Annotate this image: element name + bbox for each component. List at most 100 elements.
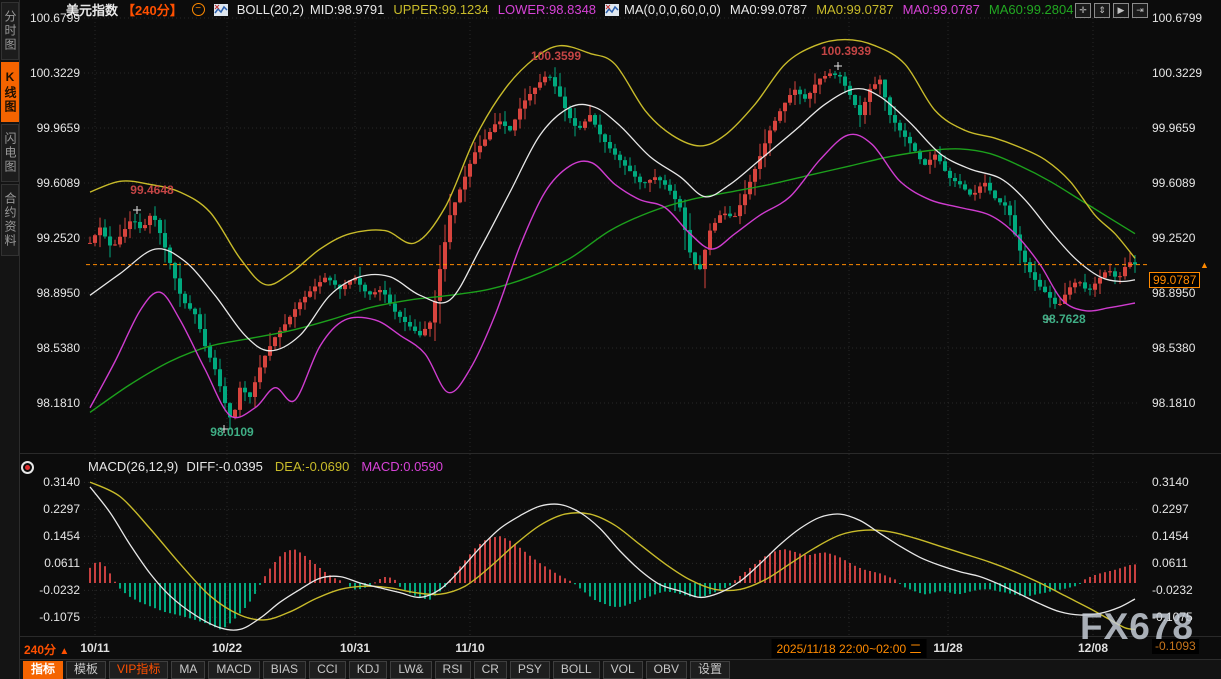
toolbar-item-BIAS[interactable]: BIAS bbox=[263, 661, 306, 679]
macd-histogram-bar bbox=[214, 583, 216, 627]
indicator-chart-icon[interactable] bbox=[605, 4, 619, 16]
indicator-settings-icon[interactable] bbox=[21, 461, 34, 474]
toolbar-item-设置[interactable]: 设置 bbox=[690, 661, 730, 679]
candle-body bbox=[953, 178, 957, 181]
candle-body bbox=[558, 86, 562, 96]
indicator-chart-icon[interactable] bbox=[214, 4, 228, 16]
candle-body bbox=[1043, 287, 1047, 292]
toolbar-item-PSY[interactable]: PSY bbox=[510, 661, 550, 679]
macd-dea-value: DEA:-0.0690 bbox=[275, 459, 349, 474]
macd-histogram-bar bbox=[604, 583, 606, 604]
playback-icon[interactable]: ▶ bbox=[1113, 3, 1129, 18]
candle-body bbox=[453, 202, 457, 215]
candle-body bbox=[533, 88, 537, 94]
ma60-value: MA60:99.2804 bbox=[989, 2, 1074, 17]
macd-histogram-bar bbox=[679, 583, 681, 594]
macd-histogram-bar bbox=[504, 538, 506, 583]
macd-histogram-bar bbox=[714, 583, 716, 592]
macd-diff-value: DIFF:-0.0395 bbox=[186, 459, 263, 474]
candle-body bbox=[373, 292, 377, 294]
ma0-magenta-value: MA0:99.0787 bbox=[903, 2, 980, 17]
macd-histogram-bar bbox=[624, 583, 626, 606]
candle-body bbox=[573, 118, 577, 126]
toolbar-item-指标[interactable]: 指标 bbox=[23, 661, 63, 679]
macd-histogram-bar bbox=[754, 564, 756, 583]
toolbar-item-MACD[interactable]: MACD bbox=[208, 661, 259, 679]
candle-body bbox=[183, 294, 187, 303]
macd-histogram-bar bbox=[119, 583, 121, 589]
macd-histogram-bar bbox=[644, 583, 646, 598]
macd-histogram-bar bbox=[839, 557, 841, 583]
candle-body bbox=[378, 290, 382, 292]
macd-histogram-bar bbox=[774, 551, 776, 583]
candle-body bbox=[108, 236, 112, 245]
price-annotation: 98.0109 bbox=[210, 425, 253, 439]
toolbar-item-OBV[interactable]: OBV bbox=[646, 661, 687, 679]
candle-body bbox=[843, 77, 847, 86]
toolbar-item-LW&[interactable]: LW& bbox=[390, 661, 431, 679]
macd-histogram-bar bbox=[834, 555, 836, 583]
period-badge: 【240分】 bbox=[122, 0, 183, 19]
macd-histogram-bar bbox=[104, 566, 106, 583]
candle-body bbox=[873, 84, 877, 89]
macd-histogram-bar bbox=[899, 583, 901, 584]
candle-body bbox=[473, 152, 477, 164]
macd-histogram-bar bbox=[89, 568, 91, 583]
toolbar-item-CCI[interactable]: CCI bbox=[309, 661, 346, 679]
axis-scale-icon[interactable]: ⇕ bbox=[1094, 3, 1110, 18]
candle-body bbox=[408, 322, 412, 327]
candle-body bbox=[493, 124, 497, 132]
macd-histogram-bar bbox=[734, 580, 736, 583]
macd-histogram-bar bbox=[1129, 565, 1131, 583]
candle-body bbox=[1003, 202, 1007, 205]
exit-panel-icon[interactable]: ⇥ bbox=[1132, 3, 1148, 18]
xaxis-date-label: 11/28 bbox=[933, 641, 962, 655]
macd-histogram-bar bbox=[249, 583, 251, 602]
candle-body bbox=[1053, 298, 1057, 304]
candle-body bbox=[98, 228, 102, 236]
toolbar-item-VOL[interactable]: VOL bbox=[603, 661, 643, 679]
candle-body bbox=[1073, 283, 1077, 288]
main-axis-label-right: 100.6799 bbox=[1152, 11, 1202, 25]
toolbar-item-KDJ[interactable]: KDJ bbox=[349, 661, 388, 679]
toolbar-item-模板[interactable]: 模板 bbox=[66, 661, 106, 679]
candle-body bbox=[523, 100, 527, 108]
macd-histogram-bar bbox=[1034, 583, 1036, 595]
chart-canvas[interactable] bbox=[0, 0, 1221, 679]
candle-body bbox=[793, 90, 797, 95]
boll-label: BOLL(20,2) bbox=[237, 2, 304, 17]
candle-body bbox=[968, 190, 972, 195]
macd-histogram-bar bbox=[1094, 575, 1096, 583]
macd-macd-value: MACD:0.0590 bbox=[361, 459, 443, 474]
macd-histogram-bar bbox=[654, 583, 656, 594]
macd-histogram-bar bbox=[384, 577, 386, 583]
macd-histogram-bar bbox=[549, 570, 551, 583]
candle-body bbox=[993, 191, 997, 199]
candle-body bbox=[1038, 280, 1042, 287]
macd-axis-label-right: 0.2297 bbox=[1152, 502, 1189, 516]
macd-histogram-bar bbox=[859, 568, 861, 583]
collapse-icon[interactable]: − bbox=[192, 3, 205, 16]
period-indicator[interactable]: 240分 ▲ bbox=[24, 641, 69, 658]
candle-body bbox=[1068, 287, 1072, 294]
candle-body bbox=[563, 97, 567, 109]
macd-axis-label-right: 0.0611 bbox=[1152, 556, 1188, 570]
move-tool-icon[interactable]: ✛ bbox=[1075, 3, 1091, 18]
toolbar-item-BOLL[interactable]: BOLL bbox=[553, 661, 600, 679]
candle-body bbox=[1103, 272, 1107, 277]
macd-histogram-bar bbox=[584, 583, 586, 592]
toolbar-item-RSI[interactable]: RSI bbox=[435, 661, 471, 679]
macd-histogram-bar bbox=[879, 573, 881, 583]
candle-body bbox=[223, 386, 227, 403]
macd-histogram-bar bbox=[939, 583, 941, 591]
candle-body bbox=[1023, 251, 1027, 263]
toolbar-item-VIP指标[interactable]: VIP指标 bbox=[109, 661, 168, 679]
toolbar-item-CR[interactable]: CR bbox=[474, 661, 507, 679]
macd-histogram-bar bbox=[429, 583, 431, 600]
candle-body bbox=[708, 231, 712, 250]
macd-histogram-bar bbox=[399, 583, 401, 587]
candle-body bbox=[798, 90, 802, 94]
candle-body bbox=[773, 121, 777, 131]
toolbar-item-MA[interactable]: MA bbox=[171, 661, 205, 679]
macd-histogram-bar bbox=[569, 581, 571, 583]
